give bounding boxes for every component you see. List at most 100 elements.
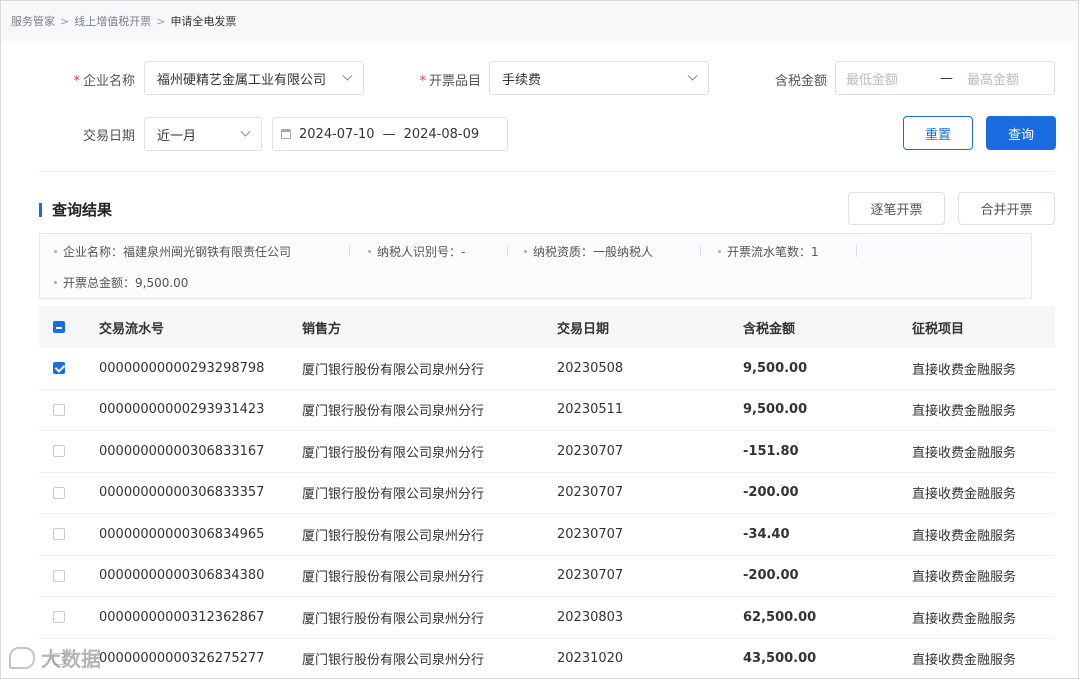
cell-amount: -151.80	[743, 443, 799, 459]
chevron-down-icon	[240, 126, 251, 137]
header-seller: 销售方	[302, 321, 342, 337]
summary-taxpayer-id: 纳税人识别号：-	[368, 243, 465, 260]
cell-tax-item: 直接收费金融服务	[912, 362, 1017, 378]
cell-tax-item: 直接收费金融服务	[912, 487, 1017, 503]
row-checkbox[interactable]	[53, 639, 65, 679]
header-amount: 含税金额	[743, 321, 796, 337]
cell-serial: 00000000000306833167	[99, 443, 265, 459]
table-row[interactable]: 00000000000306833167 厦门银行股份有限公司泉州分行 202307…	[39, 431, 1055, 473]
table-body: 00000000000293298798 厦门银行股份有限公司泉州分行 202305…	[39, 348, 1055, 679]
watermark-logo-icon	[9, 646, 35, 669]
date-label: 交易日期	[82, 129, 135, 144]
cell-tax-item: 直接收费金融服务	[912, 445, 1017, 461]
cell-serial: 00000000000293931423	[99, 402, 265, 418]
cell-serial: 00000000000293298798	[99, 360, 265, 376]
table-row[interactable]: 00000000000326275277 厦门银行股份有限公司泉州分行 202310…	[39, 639, 1055, 679]
breadcrumb-separator: >	[60, 14, 70, 28]
cell-tax-item: 直接收费金融服务	[912, 528, 1017, 544]
cell-date: 20230803	[557, 609, 624, 625]
cell-seller: 厦门银行股份有限公司泉州分行	[302, 570, 485, 586]
breadcrumb: 服务管家 > 线上增值税开票 > 申请全电发票	[1, 1, 1078, 41]
chevron-down-icon	[342, 70, 353, 81]
row-checkbox[interactable]	[53, 348, 65, 389]
row-checkbox[interactable]	[53, 390, 65, 431]
row-checkbox[interactable]	[53, 514, 65, 555]
table-row[interactable]: 00000000000306834965 厦门银行股份有限公司泉州分行 202307…	[39, 514, 1055, 556]
company-value: 福州硬精艺金属工业有限公司	[157, 72, 327, 88]
header-tax-item: 征税项目	[912, 321, 965, 337]
cell-serial: 00000000000306834965	[99, 526, 265, 542]
merge-invoice-button[interactable]: 合并开票	[958, 192, 1055, 225]
reset-button[interactable]: 重置	[903, 116, 973, 150]
cell-date: 20230511	[557, 402, 624, 418]
row-checkbox[interactable]	[53, 597, 65, 638]
company-label: * 企业名称	[73, 74, 135, 89]
category-select[interactable]: 手续费	[489, 61, 709, 95]
cell-tax-item: 直接收费金融服务	[912, 611, 1017, 627]
required-mark: *	[73, 74, 80, 89]
summary-qualification: 纳税资质：一般纳税人	[524, 243, 653, 260]
calendar-icon	[281, 129, 291, 139]
date-dash: —	[382, 126, 396, 142]
date-range-select[interactable]: 近一月	[144, 117, 262, 151]
cell-date: 20230508	[557, 360, 624, 376]
category-value: 手续费	[502, 72, 542, 88]
header-serial: 交易流水号	[99, 321, 165, 337]
cell-date: 20230707	[557, 568, 624, 584]
range-dash: —	[940, 70, 953, 86]
category-label: * 开票品目	[419, 74, 481, 89]
header-date: 交易日期	[557, 321, 610, 337]
title-accent-bar	[39, 202, 42, 217]
breadcrumb-item-invoicing[interactable]: 线上增值税开票	[74, 13, 151, 29]
amount-label: 含税金额	[774, 74, 827, 89]
cell-seller: 厦门银行股份有限公司泉州分行	[302, 487, 485, 503]
table-header: 交易流水号 销售方 交易日期 含税金额 征税项目	[39, 306, 1055, 348]
cell-date: 20230707	[557, 485, 624, 501]
chevron-down-icon	[687, 70, 698, 81]
search-button[interactable]: 查询	[986, 116, 1056, 150]
amount-max-input[interactable]: 最高金额	[967, 69, 1019, 88]
cell-amount: 9,500.00	[743, 402, 808, 418]
app-frame: 服务管家 > 线上增值税开票 > 申请全电发票 * 企业名称 福州硬精艺金属工业有…	[0, 0, 1079, 679]
cell-amount: -200.00	[743, 485, 799, 501]
cell-seller: 厦门银行股份有限公司泉州分行	[302, 445, 485, 461]
company-select[interactable]: 福州硬精艺金属工业有限公司	[144, 61, 364, 95]
cell-tax-item: 直接收费金融服务	[912, 570, 1017, 586]
summary-panel: 企业名称：福建泉州闽光钢铁有限责任公司 纳税人识别号：- 纳税资质：一般纳税人 …	[39, 233, 1032, 299]
single-invoice-button[interactable]: 逐笔开票	[848, 192, 945, 225]
cell-amount: -200.00	[743, 568, 799, 584]
amount-min-input[interactable]: 最低金额	[846, 69, 926, 88]
required-mark: *	[419, 74, 426, 89]
summary-company: 企业名称：福建泉州闽光钢铁有限责任公司	[54, 243, 291, 260]
cell-tax-item: 直接收费金融服务	[912, 653, 1017, 669]
summary-count: 开票流水笔数：1	[718, 243, 819, 260]
table-row[interactable]: 00000000000293298798 厦门银行股份有限公司泉州分行 202305…	[39, 348, 1055, 390]
amount-range: 最低金额 — 最高金额	[835, 61, 1055, 95]
table-row[interactable]: 00000000000306834380 厦门银行股份有限公司泉州分行 202307…	[39, 556, 1055, 597]
select-all-checkbox[interactable]	[53, 306, 65, 348]
breadcrumb-item-service[interactable]: 服务管家	[11, 13, 55, 29]
cell-serial: 00000000000326275277	[99, 651, 265, 667]
row-checkbox[interactable]	[53, 473, 65, 514]
table-row[interactable]: 00000000000293931423 厦门银行股份有限公司泉州分行 202305…	[39, 390, 1055, 431]
cell-seller: 厦门银行股份有限公司泉州分行	[302, 653, 485, 669]
cell-amount: 43,500.00	[743, 651, 817, 667]
cell-serial: 00000000000312362867	[99, 609, 265, 625]
date-picker[interactable]: 2024-07-10 — 2024-08-09	[272, 117, 508, 151]
table-row[interactable]: 00000000000312362867 厦门银行股份有限公司泉州分行 202308…	[39, 597, 1055, 639]
row-checkbox[interactable]	[53, 556, 65, 597]
cell-amount: 62,500.00	[743, 609, 817, 625]
row-checkbox[interactable]	[53, 431, 65, 472]
table-row[interactable]: 00000000000306833357 厦门银行股份有限公司泉州分行 202307…	[39, 473, 1055, 514]
breadcrumb-item-current: 申请全电发票	[170, 15, 237, 28]
cell-date: 20231020	[557, 651, 624, 667]
cell-seller: 厦门银行股份有限公司泉州分行	[302, 611, 485, 627]
date-start: 2024-07-10	[299, 126, 375, 142]
date-range-value: 近一月	[157, 128, 197, 144]
cell-serial: 00000000000306834380	[99, 568, 265, 584]
cell-serial: 00000000000306833357	[99, 485, 265, 501]
cell-tax-item: 直接收费金融服务	[912, 404, 1017, 420]
cell-date: 20230707	[557, 526, 624, 542]
cell-seller: 厦门银行股份有限公司泉州分行	[302, 404, 485, 420]
date-end: 2024-08-09	[403, 126, 480, 142]
